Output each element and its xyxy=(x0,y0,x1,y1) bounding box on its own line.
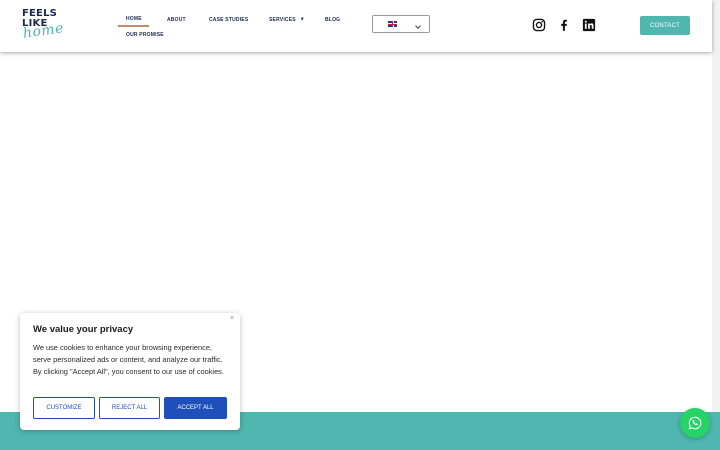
facebook-icon[interactable] xyxy=(557,18,571,32)
linkedin-icon[interactable] xyxy=(582,18,596,32)
chevron-down-icon xyxy=(415,23,421,29)
nav-services-label: SERVICES xyxy=(269,16,296,23)
close-icon[interactable]: × xyxy=(230,315,234,322)
whatsapp-chat-button[interactable] xyxy=(680,408,710,438)
nav-home[interactable]: HOME xyxy=(126,16,142,22)
nav-about[interactable]: ABOUT xyxy=(167,17,186,23)
cookie-consent-banner: × We value your privacy We use cookies t… xyxy=(20,313,240,430)
customize-button[interactable]: CUSTOMIZE xyxy=(33,397,95,419)
whatsapp-icon xyxy=(688,416,702,430)
language-selector[interactable] xyxy=(372,15,430,33)
cookie-description: We use cookies to enhance your browsing … xyxy=(33,343,224,376)
nav-active-underline xyxy=(118,25,149,27)
nav-our-promise[interactable]: OUR PROMISE xyxy=(126,32,164,38)
nav-blog[interactable]: BLOG xyxy=(325,17,340,23)
reject-all-button[interactable]: REJECT ALL xyxy=(99,397,160,419)
site-header: FEELS LIKE home HOME ABOUT CASE STUDIES … xyxy=(0,0,712,52)
instagram-icon[interactable] xyxy=(532,18,546,32)
scrollbar[interactable] xyxy=(712,0,720,450)
cookie-title: We value your privacy xyxy=(33,324,134,335)
nav-services[interactable]: SERVICES ▼ xyxy=(269,16,305,23)
page: FEELS LIKE home HOME ABOUT CASE STUDIES … xyxy=(0,0,720,450)
nav-case-studies[interactable]: CASE STUDIES xyxy=(209,17,248,23)
uk-flag-icon xyxy=(388,21,397,27)
site-logo[interactable]: FEELS LIKE home xyxy=(22,9,72,43)
caret-down-icon: ▼ xyxy=(299,16,305,22)
accept-all-button[interactable]: ACCEPT ALL xyxy=(164,397,227,419)
contact-button[interactable]: CONTACT xyxy=(640,16,690,35)
